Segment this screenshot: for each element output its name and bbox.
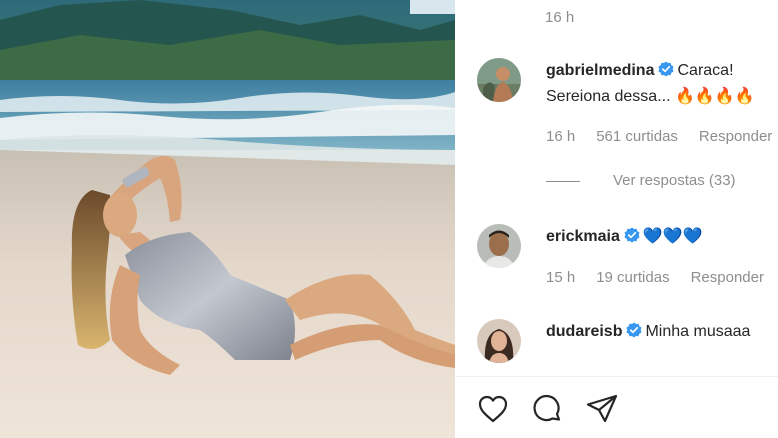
- verified-badge-icon: [658, 61, 674, 77]
- view-replies-button[interactable]: Ver respostas (33): [546, 172, 736, 189]
- avatar[interactable]: [477, 319, 521, 363]
- share-icon[interactable]: [585, 392, 619, 426]
- verified-badge-icon: [626, 322, 642, 338]
- comment-time: 15 h: [546, 269, 576, 286]
- comment-body: dudareisb Minha musaaa: [546, 319, 778, 345]
- post-action-bar: [455, 376, 778, 438]
- comment-text: Caraca!: [677, 62, 734, 79]
- post-timestamp: 16 h: [545, 9, 575, 26]
- comment-text: 💙💙💙: [642, 228, 703, 245]
- comment-text-line2: Sereiona dessa... 🔥🔥🔥🔥: [546, 88, 755, 105]
- avatar[interactable]: [477, 224, 521, 268]
- comment-body: erickmaia 💙💙💙: [546, 224, 778, 250]
- avatar[interactable]: [477, 58, 521, 102]
- beach-photo-image: [0, 0, 455, 438]
- comment-meta: 15 h 19 curtidas Responder: [546, 269, 778, 286]
- avatar-image: [477, 319, 521, 363]
- replies-divider: [546, 180, 580, 182]
- comment-icon[interactable]: [531, 392, 565, 426]
- comment-meta: 16 h 561 curtidas Responder: [546, 128, 778, 145]
- comment-time: 16 h: [546, 128, 576, 145]
- post-photo[interactable]: [0, 0, 455, 438]
- avatar-image: [477, 224, 521, 268]
- verified-badge-icon: [624, 227, 640, 243]
- avatar-image: [477, 58, 521, 102]
- comment-body: gabrielmedina Caraca! Sereiona dessa... 🔥…: [546, 58, 778, 110]
- comment-username[interactable]: gabrielmedina: [546, 62, 654, 79]
- heart-icon[interactable]: [476, 392, 510, 426]
- comment-likes[interactable]: 561 curtidas: [596, 128, 678, 145]
- comments-panel: 16 h gabrielmedina Caraca! Sereiona dessa…: [455, 0, 778, 438]
- comment-username[interactable]: erickmaia: [546, 228, 620, 245]
- comment-text: Minha musaaa: [645, 323, 751, 340]
- view-replies-label: Ver respostas (33): [613, 172, 736, 189]
- reply-button[interactable]: Responder: [691, 269, 764, 286]
- reply-button[interactable]: Responder: [699, 128, 772, 145]
- comment-username[interactable]: dudareisb: [546, 323, 622, 340]
- comment-likes[interactable]: 19 curtidas: [596, 269, 669, 286]
